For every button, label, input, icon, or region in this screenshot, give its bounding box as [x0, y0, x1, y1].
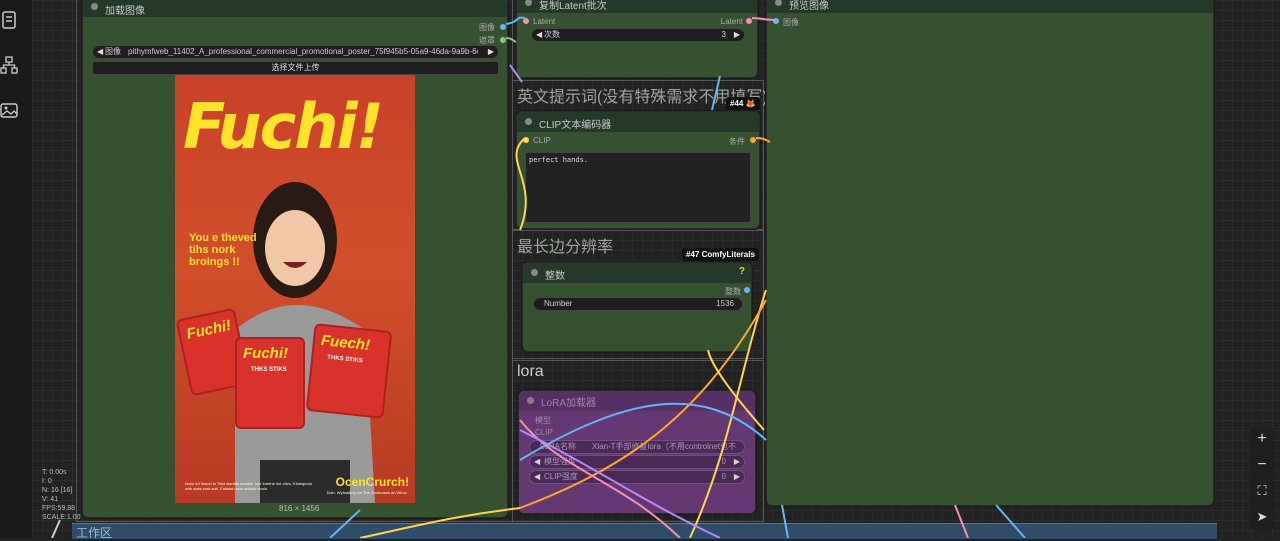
snack-bag-right: Fuech! THKS STIKS: [305, 323, 393, 419]
integer-output-label: 整数: [725, 287, 741, 296]
bag-left-brand: Fuchi!: [185, 316, 233, 343]
output-image-pin[interactable]: [500, 24, 506, 30]
output-mask-pin[interactable]: [500, 37, 506, 43]
image-dimensions: 816 × 1456: [279, 504, 320, 513]
clip-output-label: 条件: [729, 137, 745, 146]
load-image-header[interactable]: 加载图像: [83, 0, 507, 17]
model-strength-widget[interactable]: ◀ 模型强度 0 ▶: [529, 455, 745, 469]
clip-title: CLIP文本编码器: [539, 120, 612, 131]
zoom-out-icon[interactable]: −: [1250, 453, 1274, 477]
fit-view-icon[interactable]: ⛶: [1250, 479, 1274, 503]
bag-middle-sub: THKS STIKS: [251, 367, 287, 373]
clip-strength-value: 0: [721, 472, 726, 481]
integer-node[interactable]: 整数 ? 整数 Number 1536: [522, 262, 752, 352]
integer-header[interactable]: 整数 ?: [523, 263, 751, 283]
preview-input-label: 图像: [783, 18, 799, 27]
latent-output-pin[interactable]: [746, 18, 752, 24]
number-value: 1536: [716, 299, 734, 308]
lora-name-widget[interactable]: LoRA名称 Xlan-T手部修复lora（不用controlnet也不: [529, 440, 745, 454]
help-icon[interactable]: ?: [739, 266, 745, 277]
lora-loader-node[interactable]: LoRA加载器 模型 CLIP LoRA名称 Xlan-T手部修复lora（不用…: [518, 390, 756, 514]
bag-middle-brand: Fuchi!: [243, 345, 288, 362]
latent-input-pin[interactable]: [523, 18, 529, 24]
number-label: Number: [544, 299, 573, 308]
preview-header[interactable]: 预览图像: [767, 0, 1213, 13]
output-image-label: 图像: [479, 23, 495, 32]
image-select-label: 图像: [105, 47, 121, 56]
clip-text-encoder-node[interactable]: CLIP文本编码器 CLIP 条件 perfect hands.: [516, 111, 760, 229]
workspace-group-title: 工作区: [76, 526, 113, 540]
left-sidebar: [0, 0, 33, 538]
bag-right-sub: THKS STIKS: [326, 354, 364, 365]
latent-batch-node[interactable]: 复制Latent批次 Latent Latent ◀ 次数 3 ▶: [516, 0, 758, 78]
preview-title: 预览图像: [789, 1, 829, 12]
bag-right-brand: Fuech!: [320, 331, 371, 355]
clip-strength-label: CLIP强度: [544, 472, 578, 481]
poster-tagline: You e theved tihs nork broings !!: [189, 232, 257, 268]
batch-count-value: 3: [721, 30, 726, 39]
prompt-textarea[interactable]: perfect hands.: [525, 152, 751, 223]
poster-fine-print-2: Dcln. Wyfodding wo The Soofnoses an Wino…: [326, 490, 407, 495]
clip-input-label: CLIP: [533, 136, 551, 145]
batch-count-label: 次数: [544, 30, 560, 39]
clip-output-pin[interactable]: [750, 137, 756, 143]
model-strength-label: 模型强度: [544, 457, 576, 466]
preview-image-node[interactable]: 预览图像 图像: [766, 0, 1214, 506]
collapse-dot[interactable]: [775, 0, 782, 6]
increment-arrow-icon[interactable]: ▶: [734, 456, 740, 468]
decrement-arrow-icon[interactable]: ◀: [534, 456, 540, 468]
node-badge-44: #44 🦊: [726, 97, 760, 110]
lora-name-value: Xlan-T手部修复lora（不用controlnet也不: [592, 442, 737, 451]
clip-strength-widget[interactable]: ◀ CLIP强度 0 ▶: [529, 470, 745, 484]
integer-title: 整数: [545, 271, 565, 282]
decrement-arrow-icon[interactable]: ◀: [534, 471, 540, 483]
workflow-tree-icon[interactable]: [0, 56, 18, 74]
lora-input-model: 模型: [535, 416, 551, 425]
zoom-in-icon[interactable]: +: [1250, 427, 1274, 451]
prev-arrow-icon[interactable]: ◀: [97, 46, 103, 58]
load-image-title: 加载图像: [105, 6, 145, 17]
image-gallery-icon[interactable]: [0, 101, 18, 119]
node-tooltip-47: #47 ComfyLiterals: [682, 248, 759, 261]
poster-brand-text: Fuchi!: [183, 90, 384, 163]
latent-header[interactable]: 复制Latent批次: [517, 0, 757, 13]
lora-input-clip: CLIP: [535, 428, 553, 437]
increment-arrow-icon[interactable]: ▶: [734, 471, 740, 483]
latent-input-label: Latent: [533, 17, 556, 26]
latent-title: 复制Latent批次: [539, 1, 607, 12]
collapse-dot[interactable]: [91, 3, 98, 10]
workspace-group-bar[interactable]: 工作区: [72, 523, 1217, 540]
increment-arrow-icon[interactable]: ▶: [734, 29, 740, 41]
batch-count-widget[interactable]: ◀ 次数 3 ▶: [531, 28, 745, 42]
canvas-toolbar: + − ⛶ ➤: [1250, 427, 1274, 531]
collapse-dot[interactable]: [525, 118, 532, 125]
collapse-dot[interactable]: [525, 0, 532, 6]
image-select-value: pithymfweb_11402_A_professional_commerci…: [128, 47, 478, 56]
latent-output-label: Latent: [720, 17, 743, 26]
clip-header[interactable]: CLIP文本编码器: [517, 112, 759, 132]
preview-input-pin[interactable]: [773, 18, 779, 24]
number-widget[interactable]: Number 1536: [533, 297, 743, 311]
snack-bag-middle: Fuchi! THKS STIKS: [235, 337, 305, 429]
upload-button[interactable]: 选择文件上传: [92, 61, 499, 75]
preview-poster-image: Fuchi! You e theved tihs nork broings !!…: [175, 75, 415, 503]
model-strength-value: 0: [721, 457, 726, 466]
lora-group-title: lora: [517, 363, 544, 380]
performance-stats: T: 0.00s I: 0 N: 16 [16] V: 41 FPS:59.88…: [42, 469, 81, 521]
lora-title: LoRA加载器: [541, 398, 597, 409]
decrement-arrow-icon[interactable]: ◀: [536, 29, 542, 41]
poster-footer-brand: OcenCrurch!: [335, 475, 409, 489]
integer-output-pin[interactable]: [744, 287, 750, 293]
collapse-dot[interactable]: [531, 269, 538, 276]
clip-input-pin[interactable]: [523, 137, 529, 143]
next-arrow-icon[interactable]: ▶: [488, 46, 494, 58]
lora-header[interactable]: LoRA加载器: [519, 391, 755, 411]
poster-fine-print: Noce lof Iinuon to Tiart starlets snocks…: [185, 481, 312, 491]
document-icon[interactable]: [0, 11, 18, 29]
image-select-widget[interactable]: ◀ 图像 pithymfweb_11402_A_professional_com…: [92, 45, 499, 59]
lora-name-label: LoRA名称: [540, 442, 577, 451]
collapse-dot[interactable]: [527, 397, 534, 404]
pointer-mode-icon[interactable]: ➤: [1250, 505, 1274, 529]
resolution-group-title: 最长边分辨率: [517, 239, 614, 256]
